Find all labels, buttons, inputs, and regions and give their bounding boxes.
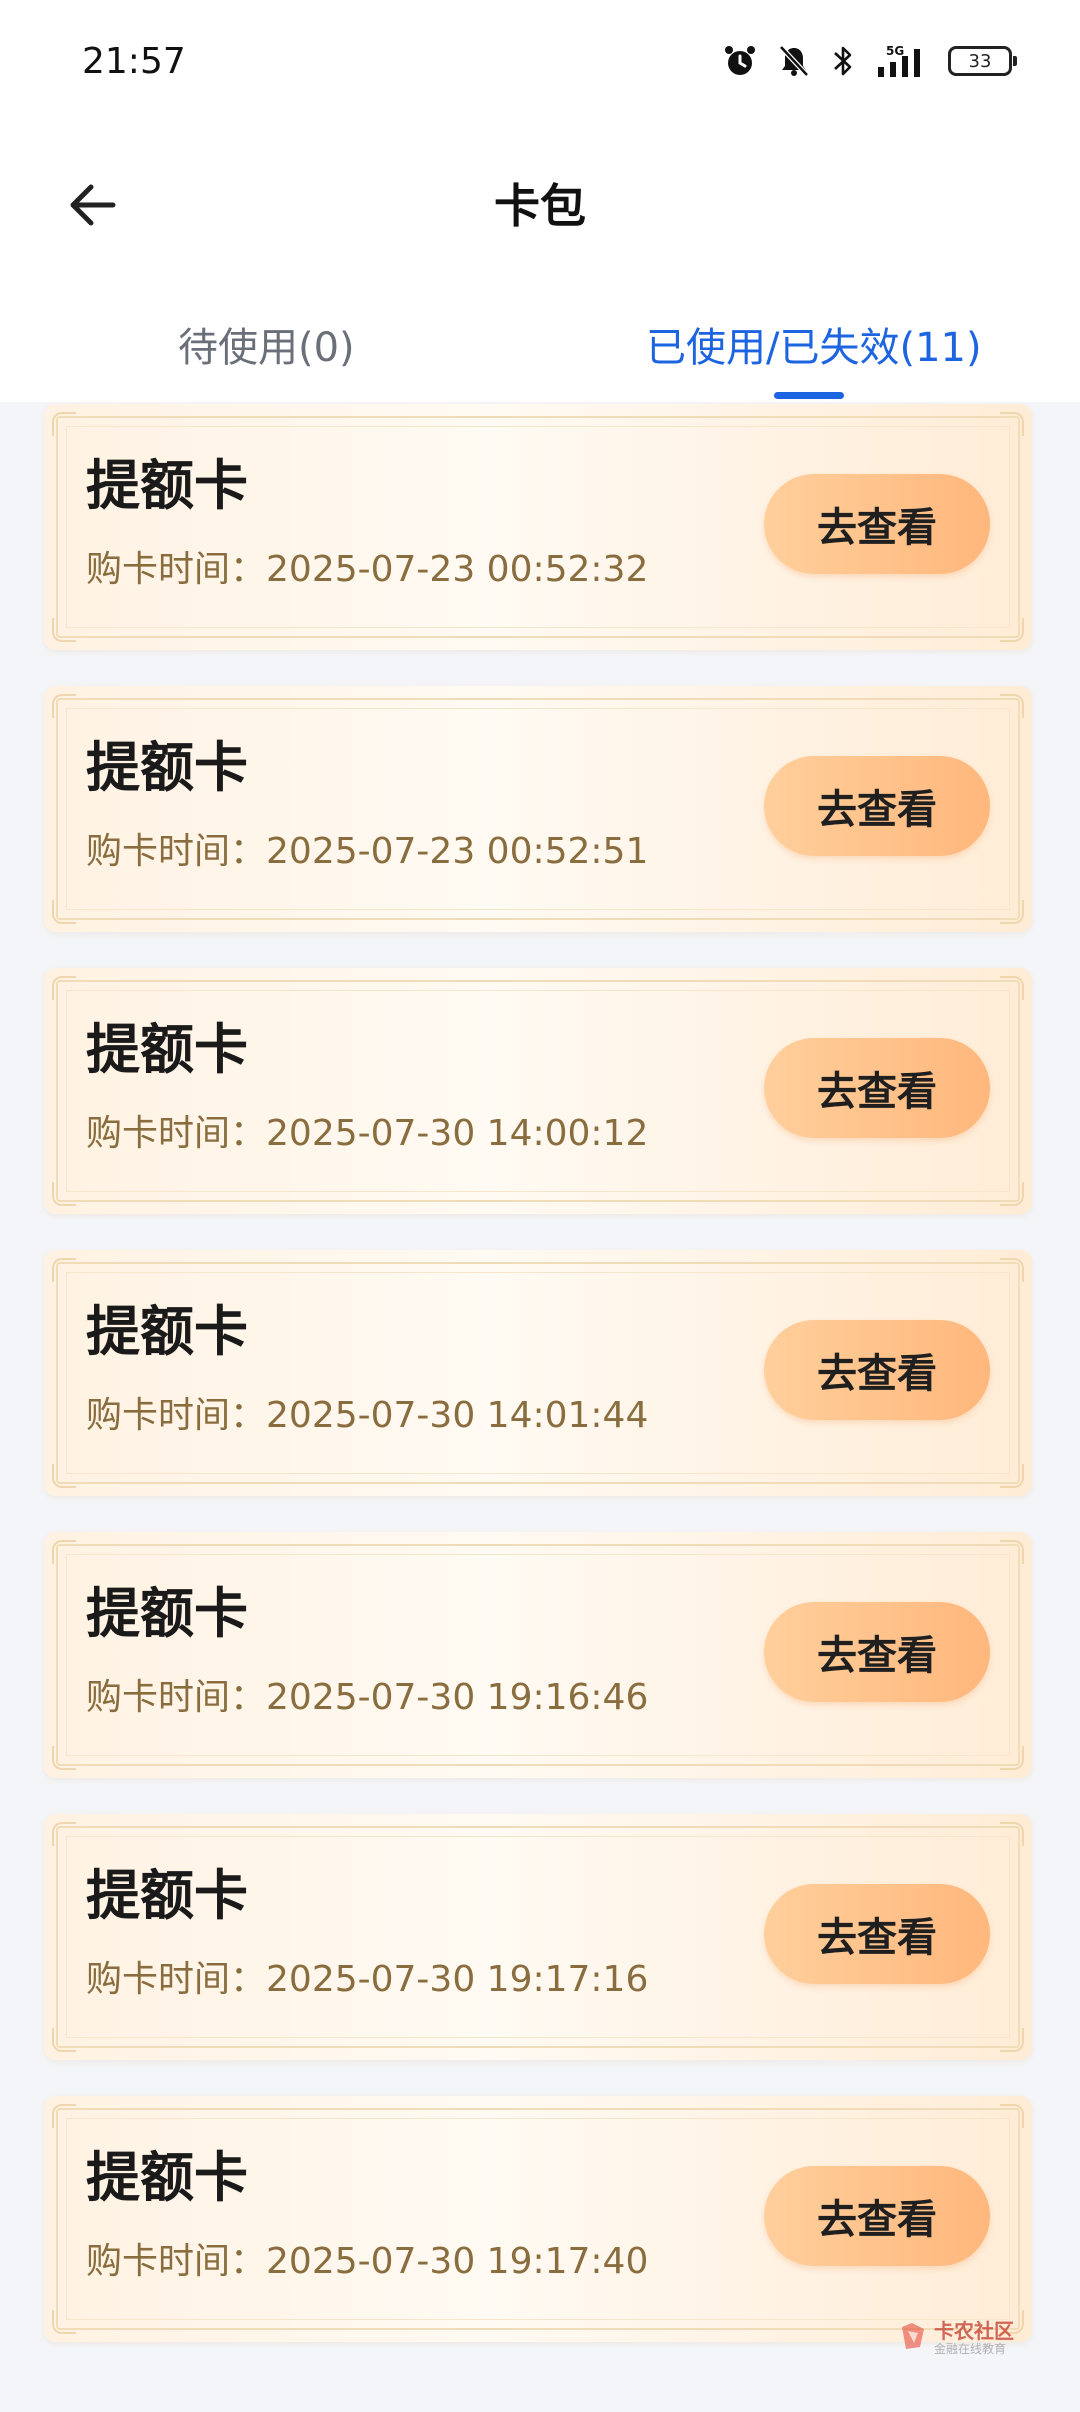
battery-level: 33 <box>968 50 992 72</box>
card-purchase-time: 购卡时间：2025-07-23 00:52:51 <box>86 828 648 876</box>
card-item: 提额卡 购卡时间：2025-07-30 19:16:46 去查看 <box>44 1532 1032 1778</box>
card-title: 提额卡 <box>86 454 248 517</box>
corner-ornament <box>52 1258 76 1282</box>
card-time-label: 购卡时间： <box>86 831 267 872</box>
view-card-button[interactable]: 去查看 <box>764 1320 990 1420</box>
card-time-label: 购卡时间： <box>86 1677 267 1718</box>
card-title: 提额卡 <box>86 1018 248 1081</box>
card-purchase-time: 购卡时间：2025-07-30 19:17:16 <box>86 1956 648 2004</box>
corner-ornament <box>52 976 76 1000</box>
svg-text:5G: 5G <box>886 44 904 58</box>
watermark-text-group: 卡农社区 金融在线教育 <box>934 2320 1014 2356</box>
mute-bell-icon <box>776 43 812 79</box>
bluetooth-icon <box>830 43 856 79</box>
card-time-value: 2025-07-23 00:52:32 <box>266 549 649 590</box>
view-card-button[interactable]: 去查看 <box>764 1884 990 1984</box>
corner-ornament <box>52 900 76 924</box>
card-time-label: 购卡时间： <box>86 549 267 590</box>
page-title: 卡包 <box>494 179 586 233</box>
corner-ornament <box>52 694 76 718</box>
corner-ornament <box>52 1822 76 1846</box>
corner-ornament <box>52 2104 76 2128</box>
card-time-value: 2025-07-30 19:16:46 <box>266 1677 649 1718</box>
corner-ornament <box>52 1540 76 1564</box>
card-time-label: 购卡时间： <box>86 1959 267 2000</box>
status-bar: 21:57 5G 33 <box>0 0 1080 110</box>
card-time-value: 2025-07-30 19:17:16 <box>266 1959 649 2000</box>
tab-bar: 待使用(0) 已使用/已失效(11) <box>0 300 1080 402</box>
corner-ornament <box>1000 2028 1024 2052</box>
corner-ornament <box>1000 900 1024 924</box>
corner-ornament <box>52 1464 76 1488</box>
card-title: 提额卡 <box>86 2146 248 2209</box>
corner-ornament <box>1000 976 1024 1000</box>
card-purchase-time: 购卡时间：2025-07-23 00:52:32 <box>86 546 648 594</box>
status-icons: 5G 33 <box>722 38 1017 84</box>
view-card-button[interactable]: 去查看 <box>764 1038 990 1138</box>
corner-ornament <box>1000 1258 1024 1282</box>
card-time-value: 2025-07-30 14:01:44 <box>266 1395 649 1436</box>
view-card-button[interactable]: 去查看 <box>764 756 990 856</box>
card-time-value: 2025-07-30 19:17:40 <box>266 2241 649 2282</box>
corner-ornament <box>1000 1464 1024 1488</box>
battery-icon: 33 <box>948 46 1017 76</box>
card-purchase-time: 购卡时间：2025-07-30 19:17:40 <box>86 2238 648 2286</box>
card-title: 提额卡 <box>86 1582 248 1645</box>
card-title: 提额卡 <box>86 1300 248 1363</box>
corner-ornament <box>52 1746 76 1770</box>
card-time-value: 2025-07-23 00:52:51 <box>266 831 649 872</box>
view-card-button[interactable]: 去查看 <box>764 1602 990 1702</box>
card-item: 提额卡 购卡时间：2025-07-23 00:52:32 去查看 <box>44 404 1032 650</box>
nav-header: 卡包 <box>0 110 1080 300</box>
corner-ornament <box>1000 2104 1024 2128</box>
corner-ornament <box>52 412 76 436</box>
corner-ornament <box>52 1182 76 1206</box>
watermark-subtext: 金融在线教育 <box>934 2342 1007 2356</box>
tab-active-indicator <box>774 392 844 399</box>
watermark-text: 卡农社区 <box>934 2319 1014 2343</box>
view-card-button[interactable]: 去查看 <box>764 474 990 574</box>
card-item: 提额卡 购卡时间：2025-07-30 19:17:16 去查看 <box>44 1814 1032 2060</box>
card-time-label: 购卡时间： <box>86 1395 267 1436</box>
view-card-button[interactable]: 去查看 <box>764 2166 990 2266</box>
watermark-logo-icon <box>898 2321 928 2355</box>
card-title: 提额卡 <box>86 1864 248 1927</box>
card-item: 提额卡 购卡时间：2025-07-30 14:01:44 去查看 <box>44 1250 1032 1496</box>
card-time-value: 2025-07-30 14:00:12 <box>266 1113 649 1154</box>
card-purchase-time: 购卡时间：2025-07-30 19:16:46 <box>86 1674 648 1722</box>
corner-ornament <box>52 2310 76 2334</box>
card-item: 提额卡 购卡时间：2025-07-23 00:52:51 去查看 <box>44 686 1032 932</box>
tab-used-expired[interactable]: 已使用/已失效(11) <box>646 318 982 388</box>
corner-ornament <box>1000 618 1024 642</box>
signal-5g-icon: 5G <box>874 43 930 79</box>
card-purchase-time: 购卡时间：2025-07-30 14:01:44 <box>86 1392 648 1440</box>
card-list: 提额卡 购卡时间：2025-07-23 00:52:32 去查看 提额卡 购卡时… <box>44 404 1036 2378</box>
corner-ornament <box>1000 1822 1024 1846</box>
card-item: 提额卡 购卡时间：2025-07-30 19:17:40 去查看 <box>44 2096 1032 2342</box>
status-time: 21:57 <box>82 41 186 82</box>
card-purchase-time: 购卡时间：2025-07-30 14:00:12 <box>86 1110 648 1158</box>
card-item: 提额卡 购卡时间：2025-07-30 14:00:12 去查看 <box>44 968 1032 1214</box>
corner-ornament <box>1000 1182 1024 1206</box>
corner-ornament <box>52 618 76 642</box>
corner-ornament <box>1000 1540 1024 1564</box>
corner-ornament <box>52 2028 76 2052</box>
card-time-label: 购卡时间： <box>86 2241 267 2282</box>
watermark: 卡农社区 金融在线教育 <box>898 2320 1014 2356</box>
corner-ornament <box>1000 412 1024 436</box>
corner-ornament <box>1000 694 1024 718</box>
card-time-label: 购卡时间： <box>86 1113 267 1154</box>
card-title: 提额卡 <box>86 736 248 799</box>
tab-pending[interactable]: 待使用(0) <box>178 318 355 388</box>
corner-ornament <box>1000 1746 1024 1770</box>
alarm-icon <box>722 43 758 79</box>
